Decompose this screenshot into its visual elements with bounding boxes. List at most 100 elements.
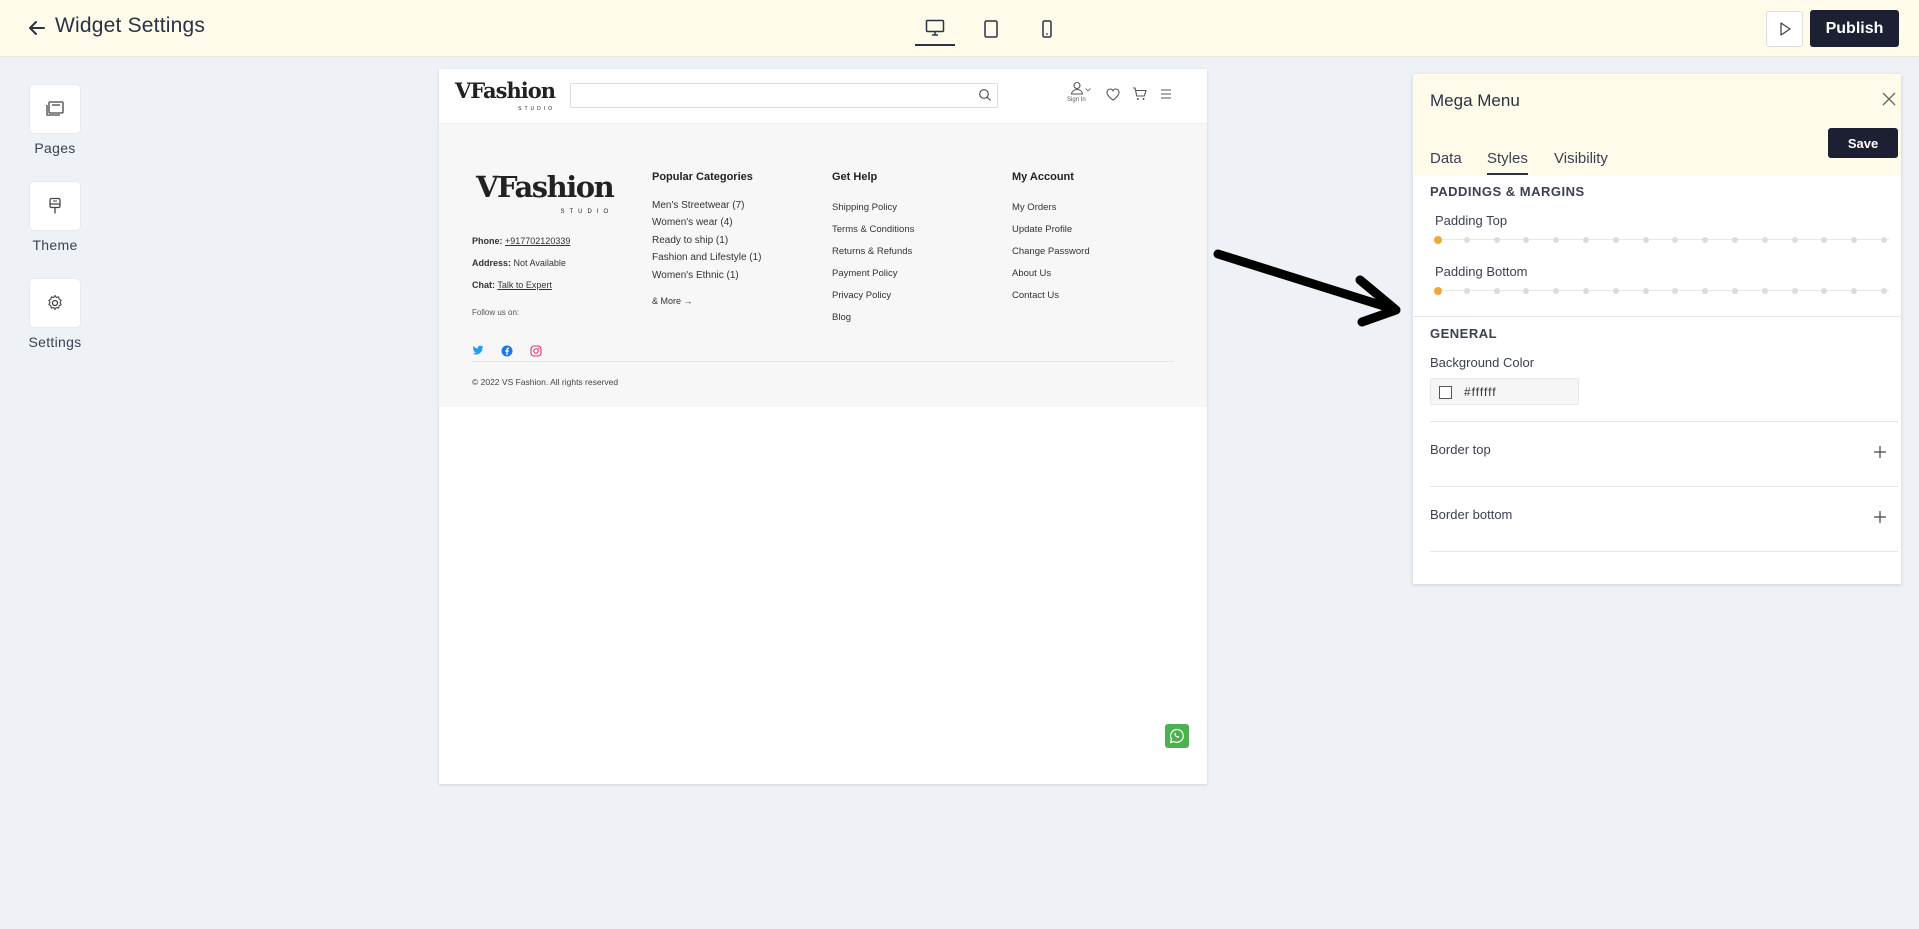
slider-step[interactable] — [1702, 288, 1709, 294]
slider-step[interactable] — [1612, 288, 1619, 294]
footer-link[interactable]: Payment Policy — [832, 268, 897, 279]
slider-step[interactable] — [1463, 288, 1470, 294]
slider-step[interactable] — [1761, 237, 1768, 243]
instagram-icon[interactable] — [530, 345, 542, 357]
footer-link[interactable]: Change Password — [1012, 246, 1090, 257]
slider-step[interactable] — [1523, 237, 1530, 243]
tab-visibility[interactable]: Visibility — [1554, 150, 1608, 173]
slider-step[interactable] — [1702, 237, 1709, 243]
footer-link[interactable]: Terms & Conditions — [832, 224, 914, 235]
bg-color-value: #ffffff — [1464, 385, 1497, 399]
slider-step[interactable] — [1583, 288, 1589, 294]
close-icon[interactable] — [1882, 92, 1896, 106]
footer-link[interactable]: Update Profile — [1012, 224, 1072, 235]
theme-icon — [49, 197, 61, 214]
slider-step[interactable] — [1761, 288, 1768, 294]
mobile-view-button[interactable] — [1027, 12, 1067, 46]
slider-step[interactable] — [1821, 288, 1828, 294]
brand-logo-footer[interactable]: VFashion STUDIO — [476, 173, 615, 226]
rail-box[interactable] — [30, 279, 80, 327]
footer-link[interactable]: Women's Ethnic (1) — [652, 270, 739, 281]
slider-step[interactable] — [1791, 237, 1798, 243]
rail-box[interactable] — [30, 85, 80, 133]
rail-item-pages[interactable]: Pages — [20, 85, 90, 156]
slider-step[interactable] — [1672, 237, 1679, 243]
follow-label: Follow us on: — [472, 308, 520, 317]
search-input[interactable] — [570, 83, 998, 108]
publish-button[interactable]: Publish — [1810, 10, 1899, 47]
slider-step[interactable] — [1732, 237, 1738, 243]
pages-icon — [46, 101, 64, 116]
divider — [1430, 486, 1898, 487]
slider-step[interactable] — [1523, 288, 1530, 294]
back-button[interactable] — [26, 17, 48, 39]
padding-bottom-slider[interactable] — [1434, 286, 1889, 296]
slider-handle[interactable] — [1434, 287, 1442, 295]
padding-top-label: Padding Top — [1435, 213, 1508, 228]
address-value: Not Available — [513, 258, 566, 268]
footer-link[interactable]: Contact Us — [1012, 290, 1059, 301]
heart-icon[interactable] — [1106, 88, 1120, 101]
facebook-icon[interactable] — [501, 345, 513, 357]
preview-button[interactable] — [1766, 11, 1803, 47]
twitter-icon[interactable] — [472, 345, 484, 356]
slider-step[interactable] — [1463, 237, 1470, 243]
search-icon[interactable] — [978, 88, 992, 102]
footer-link[interactable]: Shipping Policy — [832, 202, 897, 213]
footer-link[interactable]: Women's wear (4) — [652, 217, 733, 228]
color-swatch[interactable] — [1439, 386, 1452, 399]
desktop-view-button[interactable] — [915, 12, 955, 46]
slider-step[interactable] — [1642, 288, 1649, 294]
footer-link[interactable]: Blog — [832, 312, 851, 323]
tablet-view-button[interactable] — [971, 12, 1011, 46]
cart-icon[interactable] — [1132, 87, 1147, 101]
phone-label: Phone: — [472, 236, 503, 246]
footer-link[interactable]: Fashion and Lifestyle (1) — [652, 252, 762, 263]
whatsapp-button[interactable] — [1165, 724, 1189, 748]
chat-link[interactable]: Talk to Expert — [497, 280, 552, 290]
plus-icon[interactable] — [1873, 510, 1887, 524]
rail-label: Pages — [34, 140, 76, 156]
slider-step[interactable] — [1791, 288, 1798, 294]
slider-step[interactable] — [1851, 237, 1858, 243]
plus-icon[interactable] — [1873, 445, 1887, 459]
arrow-left-icon — [29, 21, 45, 35]
tab-styles[interactable]: Styles — [1487, 150, 1528, 175]
slider-step[interactable] — [1612, 237, 1619, 243]
footer-link[interactable]: My Orders — [1012, 202, 1056, 213]
slider-step[interactable] — [1583, 237, 1589, 243]
slider-handle[interactable] — [1434, 236, 1442, 244]
slider-step[interactable] — [1493, 237, 1500, 243]
footer-link[interactable]: Ready to ship (1) — [652, 235, 728, 246]
tab-data[interactable]: Data — [1430, 150, 1462, 173]
slider-step[interactable] — [1881, 288, 1887, 294]
user-icon[interactable] — [1070, 81, 1084, 95]
slider-step[interactable] — [1672, 288, 1679, 294]
slider-step[interactable] — [1821, 237, 1828, 243]
footer-col-title-account: My Account — [1012, 171, 1074, 183]
slider-step[interactable] — [1553, 237, 1560, 243]
save-button[interactable]: Save — [1828, 128, 1898, 158]
slider-step[interactable] — [1881, 237, 1887, 243]
slider-step[interactable] — [1553, 288, 1560, 294]
footer-link[interactable]: Privacy Policy — [832, 290, 891, 301]
panel-title: Mega Menu — [1430, 91, 1520, 110]
rail-box[interactable] — [30, 182, 80, 230]
footer-link[interactable]: Returns & Refunds — [832, 246, 912, 257]
rail-item-settings[interactable]: Settings — [20, 279, 90, 350]
padding-top-slider[interactable] — [1434, 235, 1889, 245]
rail-item-theme[interactable]: Theme — [20, 182, 90, 253]
slider-step[interactable] — [1851, 288, 1858, 294]
footer-divider — [472, 361, 1174, 362]
phone-link[interactable]: +917702120339 — [505, 236, 570, 246]
footer-link[interactable]: About Us — [1012, 268, 1051, 279]
bg-color-input[interactable]: #ffffff — [1430, 378, 1579, 405]
footer-more-link[interactable]: & More → — [652, 296, 693, 306]
signin-label[interactable]: Sign In — [1067, 97, 1086, 103]
slider-step[interactable] — [1642, 237, 1649, 243]
footer-link[interactable]: Men's Streetwear (7) — [652, 200, 745, 211]
brand-logo-header[interactable]: VFashion STUDIO — [455, 80, 556, 119]
slider-step[interactable] — [1493, 288, 1500, 294]
slider-step[interactable] — [1732, 288, 1738, 294]
menu-icon[interactable] — [1160, 89, 1172, 99]
